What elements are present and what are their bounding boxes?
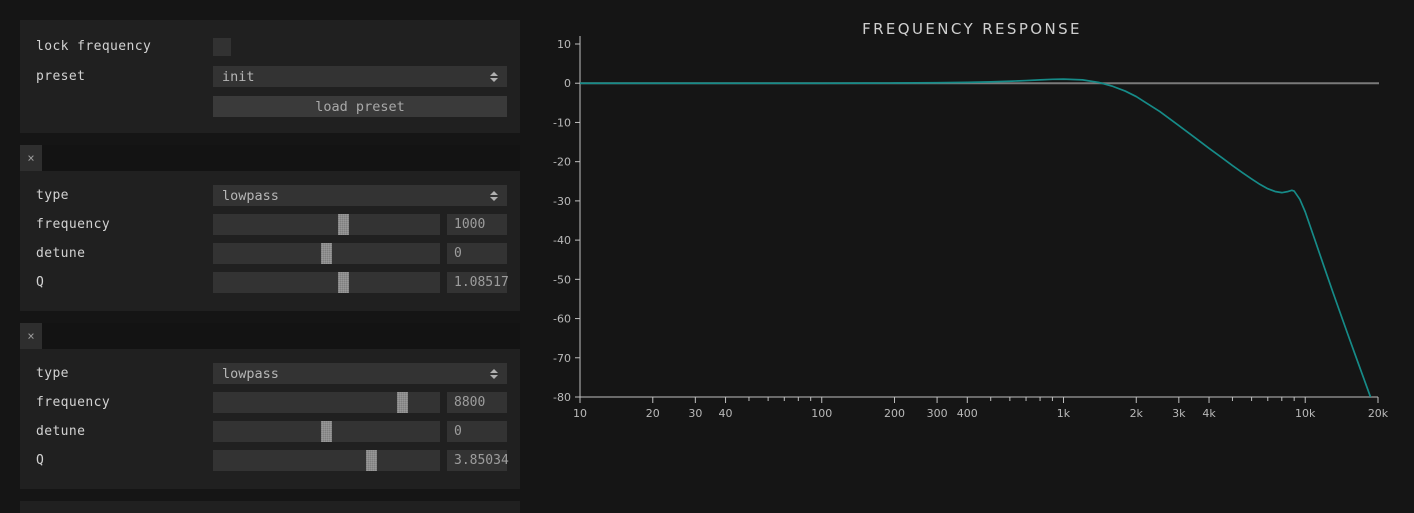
svg-text:-20: -20	[553, 156, 571, 169]
svg-text:1k: 1k	[1057, 407, 1071, 420]
filter-1-type-value: lowpass	[222, 187, 279, 204]
row-q: Q 1.08517	[20, 270, 520, 295]
controls-column: lock frequency preset init load preset ×…	[20, 20, 520, 513]
preset-select[interactable]: init	[213, 66, 507, 87]
chart-canvas: 100-10-20-30-40-50-60-70-8010 20 30 40 100 20…	[553, 36, 1389, 420]
chevron-updown-icon	[490, 71, 498, 82]
filter-2-q-slider[interactable]	[213, 450, 440, 471]
svg-text:20k: 20k	[1368, 407, 1389, 420]
svg-text:0: 0	[564, 77, 571, 90]
svg-text:10: 10	[573, 407, 587, 420]
svg-text:3k: 3k	[1172, 407, 1186, 420]
frequency-label: frequency	[36, 395, 111, 410]
filter-1-frequency-value[interactable]: 1000	[447, 214, 507, 235]
svg-text:40: 40	[719, 407, 733, 420]
filter-1-q-value[interactable]: 1.08517	[447, 272, 509, 293]
svg-text:-70: -70	[553, 352, 571, 365]
close-icon[interactable]: ×	[20, 145, 42, 171]
svg-text:300: 300	[927, 407, 948, 420]
svg-text:10: 10	[557, 38, 571, 51]
svg-text:-30: -30	[553, 195, 571, 208]
svg-text:-10: -10	[553, 116, 571, 129]
slider-thumb[interactable]	[321, 243, 332, 264]
load-preset-button[interactable]: load preset	[213, 96, 507, 117]
frequency-label: frequency	[36, 217, 111, 232]
filter-1-q-slider[interactable]	[213, 272, 440, 293]
chart-title: FREQUENCY RESPONSE	[862, 20, 1082, 38]
frequency-response-chart: FREQUENCY RESPONSE 10 0 -10 -20 -30 -40 -50 -60…	[530, 0, 1414, 513]
lock-frequency-checkbox[interactable]	[213, 37, 231, 56]
preset-label: preset	[36, 69, 86, 84]
svg-text:100: 100	[811, 407, 832, 420]
svg-text:30: 30	[688, 407, 702, 420]
global-settings-panel: lock frequency preset init load preset	[20, 20, 520, 133]
row-lock-frequency: lock frequency	[20, 34, 520, 59]
filter-1-detune-value[interactable]: 0	[447, 243, 507, 264]
filter-panel-1: × type lowpass frequency 1000 detune 0 Q…	[20, 145, 520, 311]
slider-thumb[interactable]	[397, 392, 408, 413]
row-type: type lowpass	[20, 361, 520, 386]
slider-thumb[interactable]	[338, 272, 349, 293]
row-q: Q 3.85034	[20, 448, 520, 473]
filter-2-q-value[interactable]: 3.85034	[447, 450, 509, 471]
row-load-preset: load preset	[20, 94, 520, 119]
row-type: type lowpass	[20, 183, 520, 208]
add-filter-panel: add filter	[20, 501, 520, 513]
filter-panel-2: × type lowpass frequency 8800 detune 0 Q…	[20, 323, 520, 489]
chevron-updown-icon	[490, 368, 498, 379]
filter-2-type-value: lowpass	[222, 365, 279, 382]
row-frequency: frequency 1000	[20, 212, 520, 237]
chevron-updown-icon	[490, 190, 498, 201]
q-label: Q	[36, 275, 45, 290]
row-detune: detune 0	[20, 419, 520, 444]
row-frequency: frequency 8800	[20, 390, 520, 415]
row-preset: preset init	[20, 64, 520, 89]
preset-select-value: init	[222, 68, 255, 85]
detune-label: detune	[36, 424, 86, 439]
svg-text:200: 200	[884, 407, 905, 420]
q-label: Q	[36, 453, 45, 468]
filter-2-detune-slider[interactable]	[213, 421, 440, 442]
close-icon[interactable]: ×	[20, 323, 42, 349]
row-detune: detune 0	[20, 241, 520, 266]
filter-1-type-select[interactable]: lowpass	[213, 185, 507, 206]
filter-1-detune-slider[interactable]	[213, 243, 440, 264]
svg-text:-60: -60	[553, 313, 571, 326]
filter-panel-2-header: ×	[20, 323, 520, 349]
filter-2-detune-value[interactable]: 0	[447, 421, 507, 442]
filter-2-frequency-slider[interactable]	[213, 392, 440, 413]
slider-thumb[interactable]	[366, 450, 377, 471]
svg-text:10k: 10k	[1295, 407, 1316, 420]
lock-frequency-label: lock frequency	[36, 39, 152, 54]
svg-text:-50: -50	[553, 273, 571, 286]
filter-designer-app: lock frequency preset init load preset ×…	[0, 0, 1414, 513]
svg-text:-80: -80	[553, 391, 571, 404]
svg-text:400: 400	[957, 407, 978, 420]
filter-2-frequency-value[interactable]: 8800	[447, 392, 507, 413]
detune-label: detune	[36, 246, 86, 261]
svg-text:2k: 2k	[1130, 407, 1144, 420]
svg-text:20: 20	[646, 407, 660, 420]
filter-1-frequency-slider[interactable]	[213, 214, 440, 235]
svg-text:-40: -40	[553, 234, 571, 247]
type-label: type	[36, 188, 69, 203]
filter-2-type-select[interactable]: lowpass	[213, 363, 507, 384]
slider-thumb[interactable]	[338, 214, 349, 235]
svg-text:4k: 4k	[1202, 407, 1216, 420]
filter-panel-1-header: ×	[20, 145, 520, 171]
type-label: type	[36, 366, 69, 381]
slider-thumb[interactable]	[321, 421, 332, 442]
